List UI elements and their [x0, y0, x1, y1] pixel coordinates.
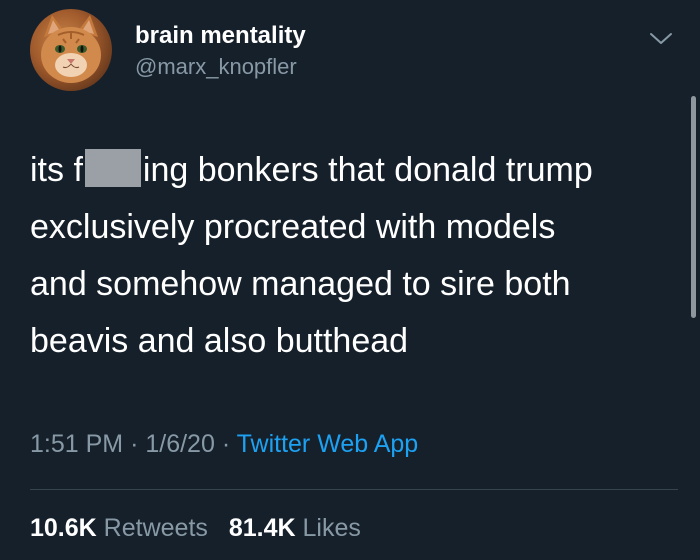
censor-block	[84, 149, 141, 187]
avatar[interactable]	[30, 9, 112, 91]
tweet-line-4: beavis and also butthead	[30, 322, 409, 360]
tweet-line-3: and somehow managed to sire both	[30, 265, 571, 303]
tweet-text-segment: ing bonkers that donald trump	[142, 151, 593, 189]
meta-separator: ·	[130, 430, 139, 458]
tweet-line-1: its f ing bonkers that donald trump	[30, 142, 670, 199]
retweets-stat[interactable]: 10.6K Retweets	[30, 514, 208, 542]
meta-separator: ·	[221, 430, 231, 458]
display-name[interactable]: brain mentality	[135, 22, 306, 50]
chevron-down-icon	[650, 33, 672, 44]
divider	[30, 489, 678, 490]
likes-count: 81.4K	[228, 514, 296, 542]
cat-avatar-image	[41, 15, 101, 83]
tweet-body: its f ing bonkers that donald trump exclu…	[30, 142, 670, 370]
tweet-stats: 10.6K Retweets 81.4K Likes	[30, 514, 375, 543]
likes-stat[interactable]: 81.4K Likes	[229, 514, 361, 542]
scrollbar-thumb[interactable]	[691, 96, 696, 318]
tweet-card: brain mentality @marx_knopfler its f ing …	[0, 0, 700, 560]
tweet-menu-button[interactable]	[648, 30, 674, 48]
retweets-count: 10.6K	[30, 514, 97, 542]
tweet-metadata: 1:51 PM · 1/6/20 · Twitter Web App	[30, 430, 418, 459]
tweet-text-segment: its f	[30, 151, 83, 189]
tweet-time[interactable]: 1:51 PM	[30, 430, 123, 458]
likes-label: Likes	[302, 514, 361, 542]
tweet-date[interactable]: 1/6/20	[145, 430, 215, 458]
user-handle[interactable]: @marx_knopfler	[135, 54, 297, 80]
tweet-source-link[interactable]: Twitter Web App	[237, 430, 419, 458]
retweets-label: Retweets	[103, 514, 208, 542]
tweet-line-2: exclusively procreated with models	[30, 208, 556, 246]
